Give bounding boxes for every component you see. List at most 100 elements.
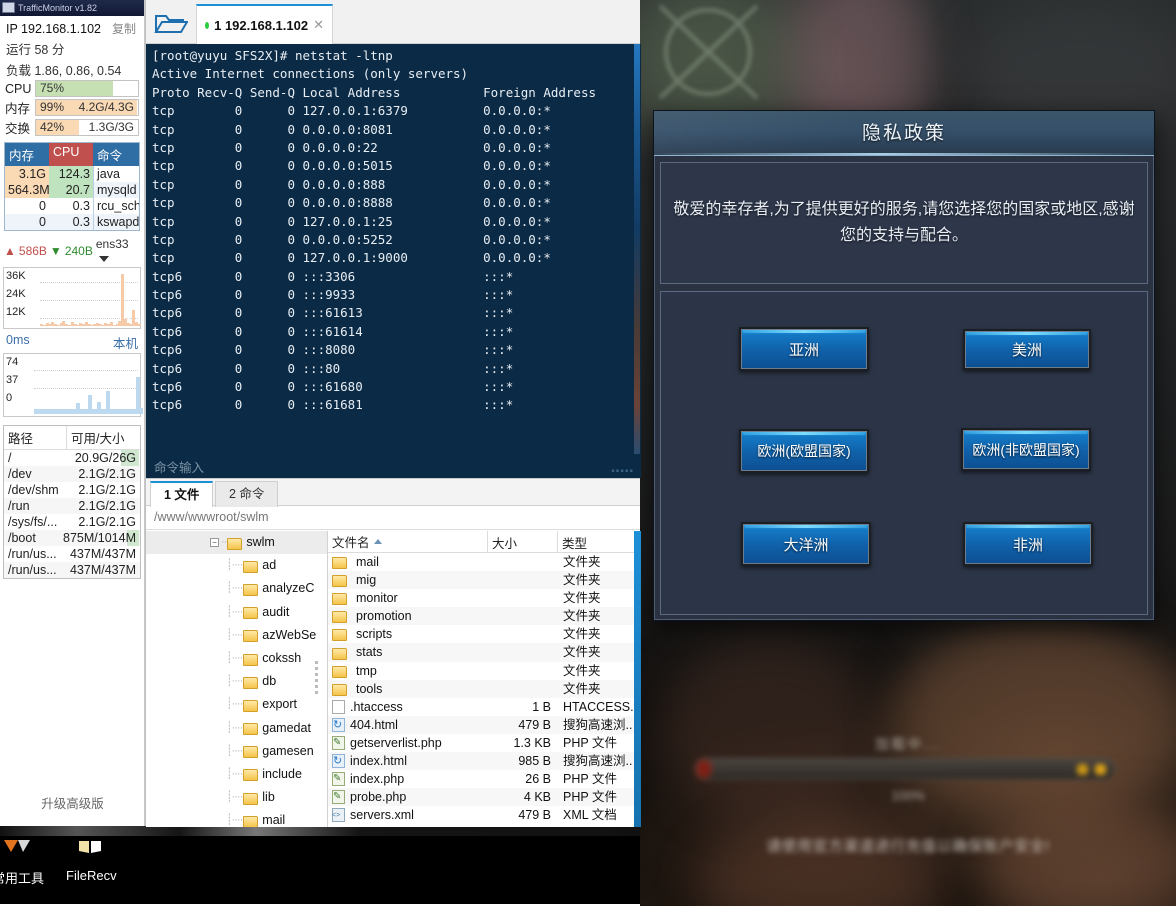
process-row[interactable]: 3.1G 124.3 java [5,166,139,182]
tab-commands[interactable]: 2 命令 [215,481,279,507]
copy-button[interactable]: 复制 [112,20,138,37]
region-button-asia[interactable]: 亚洲 [739,327,869,371]
region-button-label: 亚洲 [788,341,819,359]
open-folder-icon[interactable] [154,12,188,36]
axis-tick: 74 [6,356,19,368]
process-row[interactable]: 0 0.3kswapd0 [5,214,139,230]
folder-icon [332,683,347,696]
tree-item-include[interactable]: ┊···· include [146,763,327,786]
disk-row[interactable]: /boot 875M/1014M [4,530,140,546]
col-header-filename[interactable]: 文件名 [328,531,487,552]
tree-item-mail[interactable]: ┊···· mail [146,809,327,827]
file-row[interactable]: .htaccess 1 B HTACCESS.. [328,698,641,716]
disk-row[interactable]: /dev 2.1G/2.1G [4,466,140,482]
terminal-output[interactable]: [root@yuyu SFS2X]# netstat -ltnp Active I… [146,44,641,454]
terminal-line: tcp6 0 0 :::80 :::* L [152,360,641,376]
file-row[interactable]: servers.xml 479 B XML 文档 [328,806,641,824]
terminal-scrollbar[interactable] [634,44,640,454]
terminal-tabstrip: 1 192.168.1.102 ✕ [146,0,640,44]
file-row[interactable]: 404.html 479 B 搜狗高速浏.. [328,715,641,734]
file-list: 文件名 大小 类型 mail 文件夹 mig 文件夹 monitor 文件夹 promoti… [328,531,641,827]
tab-files[interactable]: 1 文件 [150,481,214,507]
file-row[interactable]: tmp 文件夹 [328,662,641,680]
splitter-grip[interactable] [315,661,319,697]
disk-size: 2.1G/2.1G [78,515,136,529]
tree-item-label: gamesen [262,743,314,758]
file-row[interactable]: getserverlist.php 1.3 KB PHP 文件 [328,734,641,752]
file-row[interactable]: mail 文件夹 [328,553,641,571]
folder-icon [332,556,347,570]
file-type: 文件夹 [563,591,601,606]
file-list-scrollbar[interactable] [634,531,641,827]
col-header-cmd[interactable]: 命令 [93,143,139,166]
latency-target-label[interactable]: 本机 [113,333,138,352]
php-file-icon [332,734,345,752]
path-breadcrumb[interactable]: /www/wwwroot/swlm [146,506,640,530]
tree-item-label: analyzeC [262,581,315,596]
disk-row[interactable]: /run 2.1G/2.1G [4,498,140,514]
region-button-europe-eu[interactable]: 欧洲(欧盟国家) [739,429,869,473]
region-button-europe-noneu[interactable]: 欧洲(非欧盟国家) [961,428,1091,471]
network-interface-selector[interactable]: ens33 [96,237,140,265]
meter-mem: 内存 99% 4.2G/4.3G [0,97,144,117]
file-size: 1 B [532,699,551,714]
disk-row[interactable]: / 20.9G/26G [4,450,140,466]
process-row[interactable]: 0 0.3rcu_sched [5,198,139,214]
file-row[interactable]: monitor 文件夹 [328,589,641,607]
upgrade-link[interactable]: 升级高级版 [0,793,144,812]
file-size [487,680,557,698]
file-name: promotion [328,607,487,625]
file-row[interactable]: scripts 文件夹 [328,625,641,643]
tree-item-azwebse[interactable]: ┊···· azWebSe [146,624,327,647]
file-row[interactable]: tools 文件夹 [328,679,641,698]
col-header-size[interactable]: 大小 [487,531,557,552]
col-header-mem[interactable]: 内存 [5,143,49,166]
disk-row[interactable]: /run/us... 437M/437M [4,562,140,578]
disk-row[interactable]: /dev/shm 2.1G/2.1G [4,482,140,498]
tree-item-cokssh[interactable]: ┊···· cokssh [146,647,327,670]
process-row[interactable]: 564.3M 20.7 mysqld [5,182,139,198]
file-size [487,571,557,589]
disk-row[interactable]: /run/us... 437M/437M [4,546,140,562]
file-row[interactable]: stats 文件夹 [328,643,641,662]
terminal-line: tcp6 0 0 :::61614 :::* L [152,323,641,339]
file-row[interactable]: probe.php 4 KB PHP 文件 [328,788,641,807]
region-button-label: 欧洲(欧盟国家) [757,443,851,459]
file-row[interactable]: promotion 文件夹 [328,607,641,626]
tree-item-gamesen[interactable]: ┊···· gamesen [146,740,327,763]
taskbar-item-filerecv[interactable]: FileRecv [66,838,117,883]
terminal-line: tcp 0 0 0.0.0.0:5252 0.0.0.0:* L [152,231,641,247]
tree-item-swlm[interactable]: − ·· swlm [146,531,327,555]
disk-row[interactable]: /sys/fs/... 2.1G/2.1G [4,514,140,530]
collapse-icon[interactable]: − [210,538,219,548]
col-header-cpu[interactable]: CPU [49,143,93,166]
terminal-command-input[interactable]: 命令输入 [146,454,641,478]
tree-item-db[interactable]: ┊···· db [146,670,327,693]
tree-item-label: swlm [246,535,275,549]
process-command: mysqld [93,182,139,198]
file-row[interactable]: mig 文件夹 [328,571,641,590]
file-row[interactable]: index.php 26 B PHP 文件 [328,770,641,788]
file-size: 4 KB [523,790,551,805]
terminal-tab[interactable]: 1 192.168.1.102 ✕ [196,4,333,44]
file-row[interactable]: index.html 985 B 搜狗高速浏.. [328,752,641,771]
monitor-window-title: TrafficMonitor v1.82 [18,3,98,13]
tree-item-lib[interactable]: ┊···· lib [146,786,327,809]
tree-item-ad[interactable]: ┊···· ad [146,554,327,577]
resize-handle[interactable]: ▪▪▪▪▪ [611,466,634,477]
tree-item-export[interactable]: ┊···· export [146,693,327,716]
file-name: index.html [328,752,487,770]
close-icon[interactable]: ✕ [313,17,324,33]
axis-tick: 36K [6,270,26,282]
taskbar-item-tools[interactable]: 常用工具 [0,838,44,887]
col-header-type[interactable]: 类型 [557,531,641,552]
tree-item-audit[interactable]: ┊···· audit [146,601,327,624]
tree-item-gamedat[interactable]: ┊···· gamedat [146,717,327,740]
region-button-africa[interactable]: 非洲 [963,522,1093,566]
region-button-oceania[interactable]: 大洋洲 [741,522,871,566]
terminal-line: tcp6 0 0 :::61613 :::* L [152,305,641,321]
region-button-americas[interactable]: 美洲 [963,329,1091,370]
tree-item-analyzec[interactable]: ┊···· analyzeC [146,577,327,600]
axis-tick: 0 [6,392,13,404]
terminal-line: Active Internet connections (only server… [152,66,469,82]
